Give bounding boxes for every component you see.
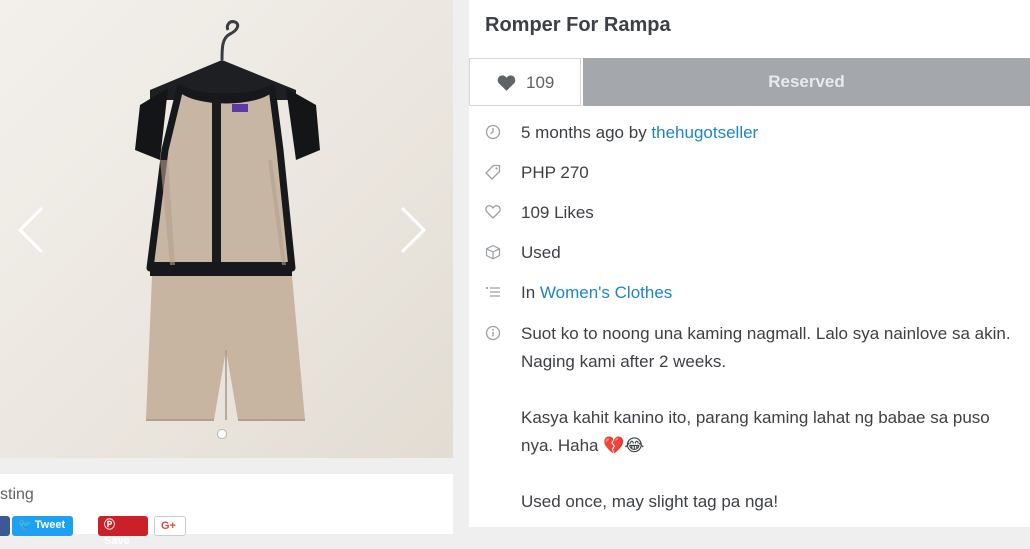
likes-text: 109 Likes bbox=[521, 203, 594, 222]
reserved-status-button[interactable]: Reserved bbox=[583, 58, 1030, 106]
next-photo-button[interactable] bbox=[398, 205, 428, 255]
box-icon bbox=[485, 244, 501, 260]
share-panel: sting f 🐦 Tweet Ⓟ Save G+ bbox=[0, 474, 453, 547]
listing-photo-carousel[interactable] bbox=[0, 0, 453, 458]
facebook-share-button[interactable]: f bbox=[0, 516, 10, 536]
tweet-button[interactable]: 🐦 Tweet bbox=[12, 516, 73, 536]
share-buttons: f 🐦 Tweet Ⓟ Save G+ bbox=[0, 516, 453, 547]
list-icon bbox=[486, 287, 500, 297]
price-tag-icon bbox=[485, 164, 501, 180]
product-photo bbox=[135, 20, 320, 421]
posted-time: 5 months ago by bbox=[521, 123, 652, 142]
info-icon bbox=[485, 325, 501, 341]
previous-photo-button[interactable] bbox=[16, 205, 46, 255]
posted-text: 5 months ago by thehugotseller bbox=[521, 123, 758, 143]
seller-link[interactable]: thehugotseller bbox=[651, 123, 758, 142]
clock-icon bbox=[485, 124, 501, 140]
listing-title: Romper For Rampa bbox=[485, 14, 671, 36]
pinterest-save-button[interactable]: Ⓟ Save bbox=[98, 516, 148, 547]
price-text: PHP 270 bbox=[521, 163, 589, 182]
heart-outline-icon bbox=[485, 205, 501, 219]
like-count: 109 bbox=[526, 73, 555, 92]
like-button[interactable]: 109 bbox=[469, 58, 581, 106]
heart-icon bbox=[497, 75, 516, 91]
action-bar: 109 Reserved bbox=[469, 58, 1030, 106]
description-paragraph-3: Used once, may slight tag pa nga! bbox=[521, 492, 779, 511]
condition-text: Used bbox=[521, 243, 561, 262]
carousel-dot[interactable] bbox=[217, 429, 227, 439]
chevron-right-icon bbox=[400, 206, 427, 254]
description-paragraph-1: Suot ko to noong una kaming nagmall. Lal… bbox=[521, 324, 1011, 371]
category-text: In Women's Clothes bbox=[521, 283, 672, 303]
listing-description: Suot ko to noong una kaming nagmall. Lal… bbox=[521, 320, 1021, 544]
google-plus-button[interactable]: G+ bbox=[154, 516, 186, 536]
category-prefix: In bbox=[521, 283, 540, 302]
share-label: sting bbox=[0, 486, 34, 503]
listing-details: Romper For Rampa 109 Reserved 5 months a… bbox=[469, 0, 1030, 527]
chevron-left-icon bbox=[17, 206, 44, 254]
description-paragraph-2: Kasya kahit kanino ito, parang kaming la… bbox=[521, 408, 990, 455]
category-link[interactable]: Women's Clothes bbox=[540, 283, 672, 302]
